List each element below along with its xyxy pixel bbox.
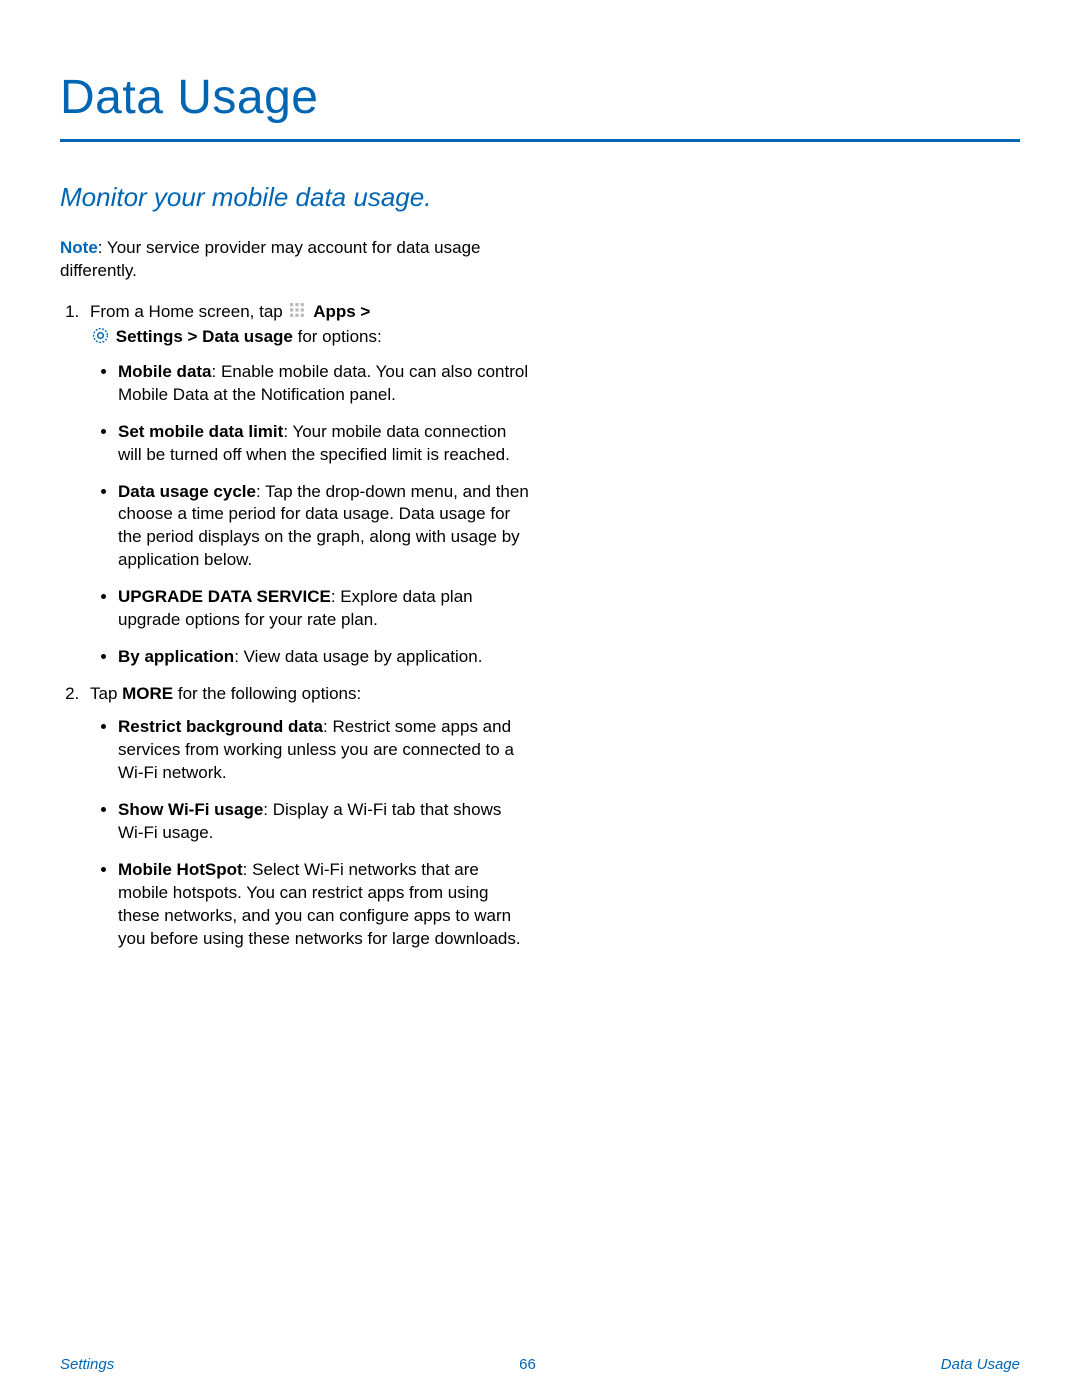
list-item: Show Wi-Fi usage: Display a Wi-Fi tab th… bbox=[118, 799, 530, 845]
list-item: Mobile data: Enable mobile data. You can… bbox=[118, 361, 530, 407]
page-title: Data Usage bbox=[60, 70, 1020, 125]
step1-apps: Apps bbox=[313, 302, 356, 321]
step1-lead: From a Home screen, tap bbox=[90, 302, 287, 321]
title-rule bbox=[60, 139, 1020, 142]
note-label: Note bbox=[60, 238, 98, 257]
bullet-label: Restrict background data bbox=[118, 717, 323, 736]
bullet-label: Data usage cycle bbox=[118, 482, 256, 501]
list-item: UPGRADE DATA SERVICE: Explore data plan … bbox=[118, 586, 530, 632]
note-text: : Your service provider may account for … bbox=[60, 238, 481, 280]
bullet-label: UPGRADE DATA SERVICE bbox=[118, 587, 331, 606]
settings-icon bbox=[92, 327, 109, 351]
step2-more: MORE bbox=[122, 684, 173, 703]
note-paragraph: Note: Your service provider may account … bbox=[60, 237, 530, 283]
step1-bullets: Mobile data: Enable mobile data. You can… bbox=[90, 361, 530, 669]
list-item: Set mobile data limit: Your mobile data … bbox=[118, 421, 530, 467]
bullet-label: Show Wi-Fi usage bbox=[118, 800, 263, 819]
bullet-label: Set mobile data limit bbox=[118, 422, 283, 441]
page-subtitle: Monitor your mobile data usage. bbox=[60, 182, 1020, 213]
step1-trail: for options: bbox=[293, 327, 382, 346]
bullet-text: : View data usage by application. bbox=[234, 647, 482, 666]
list-item: Data usage cycle: Tap the drop-down menu… bbox=[118, 481, 530, 573]
step1-datausage: Data usage bbox=[202, 327, 293, 346]
list-item: Restrict background data: Restrict some … bbox=[118, 716, 530, 785]
step1-gt2: > bbox=[183, 327, 202, 346]
step1-gt1: > bbox=[356, 302, 371, 321]
step2-lead: Tap bbox=[90, 684, 122, 703]
step1-settings: Settings bbox=[116, 327, 183, 346]
steps-list: From a Home screen, tap Apps > Settings … bbox=[60, 301, 530, 951]
footer-page-number: 66 bbox=[519, 1356, 536, 1373]
body-content: Note: Your service provider may account … bbox=[60, 237, 530, 950]
footer-right: Data Usage bbox=[941, 1356, 1020, 1373]
list-item: Mobile HotSpot: Select Wi-Fi networks th… bbox=[118, 859, 530, 951]
footer-left: Settings bbox=[60, 1356, 114, 1373]
page-footer: Settings 66 Data Usage bbox=[0, 1356, 1080, 1373]
step2-bullets: Restrict background data: Restrict some … bbox=[90, 716, 530, 950]
step-1: From a Home screen, tap Apps > Settings … bbox=[84, 301, 530, 669]
step2-trail: for the following options: bbox=[173, 684, 361, 703]
step-2: Tap MORE for the following options: Rest… bbox=[84, 683, 530, 950]
bullet-label: By application bbox=[118, 647, 234, 666]
apps-icon bbox=[289, 302, 306, 326]
bullet-label: Mobile HotSpot bbox=[118, 860, 243, 879]
list-item: By application: View data usage by appli… bbox=[118, 646, 530, 669]
bullet-label: Mobile data bbox=[118, 362, 212, 381]
